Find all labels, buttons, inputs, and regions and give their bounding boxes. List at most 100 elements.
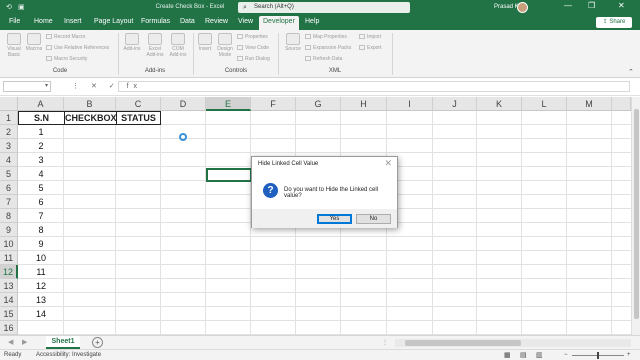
formula-input[interactable] — [118, 81, 630, 92]
record-macro-button[interactable]: Record Macro — [46, 34, 85, 40]
row-header-14[interactable]: 14 — [0, 293, 18, 307]
cell-a2[interactable]: 1 — [18, 125, 64, 139]
column-header-j[interactable]: J — [433, 97, 477, 111]
page-break-view-icon[interactable]: ▥ — [536, 351, 543, 359]
no-button[interactable]: No — [356, 214, 391, 224]
macro-security-button[interactable]: Macro Security — [46, 56, 87, 62]
collapse-ribbon-icon[interactable]: ⌃ — [628, 68, 634, 76]
tab-file[interactable]: File — [9, 18, 20, 25]
zoom-slider-knob[interactable] — [597, 352, 599, 359]
visual-basic-button[interactable]: Visual Basic — [4, 33, 24, 58]
excel-addins-button[interactable]: Excel Add-ins — [144, 33, 166, 58]
column-header-g[interactable]: G — [296, 97, 341, 111]
tab-help[interactable]: Help — [305, 18, 319, 25]
restore-button[interactable]: ❐ — [588, 1, 595, 10]
tab-formulas[interactable]: Formulas — [141, 18, 170, 25]
row-header-6[interactable]: 6 — [0, 181, 18, 195]
row-header-9[interactable]: 9 — [0, 223, 18, 237]
cell-c1[interactable]: STATUS — [116, 111, 161, 125]
com-addins-button[interactable]: COM Add-ins — [167, 33, 189, 58]
cell-a1[interactable]: S.N — [18, 111, 65, 125]
cell-a15[interactable]: 14 — [18, 307, 64, 321]
search-input[interactable]: ⌕ Search (Alt+Q) — [238, 2, 410, 13]
close-button[interactable]: ✕ — [618, 1, 625, 10]
sheet-nav-prev-icon[interactable]: ◀ — [8, 338, 13, 346]
row-header-11[interactable]: 11 — [0, 251, 18, 265]
row-header-3[interactable]: 3 — [0, 139, 18, 153]
cell-a10[interactable]: 9 — [18, 237, 64, 251]
select-all-corner[interactable] — [0, 97, 18, 111]
column-header-c[interactable]: C — [116, 97, 161, 111]
design-mode-button[interactable]: Design Mode — [215, 33, 235, 58]
yes-button[interactable]: Yes — [317, 214, 352, 224]
minimize-button[interactable]: — — [564, 1, 572, 10]
tab-home[interactable]: Home — [34, 18, 53, 25]
cell-a5[interactable]: 4 — [18, 167, 64, 181]
row-header-1[interactable]: 1 — [0, 111, 18, 125]
tab-view[interactable]: View — [238, 18, 253, 25]
column-header-l[interactable]: L — [522, 97, 567, 111]
relative-references-button[interactable]: Use Relative References — [46, 45, 109, 51]
row-header-7[interactable]: 7 — [0, 195, 18, 209]
horizontal-scrollbar[interactable] — [395, 339, 631, 347]
row-header-16[interactable]: 16 — [0, 321, 18, 335]
cell-a14[interactable]: 13 — [18, 293, 64, 307]
cell-b1[interactable]: CHECKBOX — [64, 111, 117, 125]
tab-review[interactable]: Review — [205, 18, 228, 25]
properties-button[interactable]: Properties — [237, 34, 268, 40]
cell-a7[interactable]: 6 — [18, 195, 64, 209]
column-header-i[interactable]: I — [387, 97, 433, 111]
cell-a3[interactable]: 2 — [18, 139, 64, 153]
horizontal-scroll-thumb[interactable] — [405, 340, 521, 346]
insert-control-button[interactable]: Insert — [196, 33, 214, 52]
xml-import-button[interactable]: Import — [359, 34, 381, 40]
column-header-b[interactable]: B — [64, 97, 116, 111]
tab-data[interactable]: Data — [180, 18, 195, 25]
column-header-f[interactable]: F — [251, 97, 296, 111]
macros-button[interactable]: Macros — [25, 33, 43, 52]
tab-developer[interactable]: Developer — [259, 16, 299, 30]
sheet-nav-next-icon[interactable]: ▶ — [22, 338, 27, 346]
vertical-scroll-thumb[interactable] — [634, 109, 639, 319]
expansion-packs-button[interactable]: Expansion Packs — [305, 45, 351, 51]
row-header-8[interactable]: 8 — [0, 209, 18, 223]
zoom-in-icon[interactable]: + — [627, 352, 631, 358]
row-header-4[interactable]: 4 — [0, 153, 18, 167]
column-header-e[interactable]: E — [206, 97, 251, 111]
avatar[interactable] — [517, 2, 528, 13]
cell-a12[interactable]: 11 — [18, 265, 64, 279]
row-header-2[interactable]: 2 — [0, 125, 18, 139]
row-header-12[interactable]: 12 — [0, 265, 18, 279]
run-dialog-button[interactable]: Run Dialog — [237, 56, 270, 62]
cell-a11[interactable]: 10 — [18, 251, 64, 265]
cell-a4[interactable]: 3 — [18, 153, 64, 167]
xml-export-button[interactable]: Export — [359, 45, 381, 51]
map-properties-button[interactable]: Map Properties — [305, 34, 347, 40]
zoom-out-icon[interactable]: − — [564, 352, 568, 358]
row-header-5[interactable]: 5 — [0, 167, 18, 181]
row-header-15[interactable]: 15 — [0, 307, 18, 321]
tab-insert[interactable]: Insert — [64, 18, 82, 25]
dialog-close-icon[interactable]: ✕ — [384, 158, 392, 169]
active-cell-e12[interactable] — [206, 168, 252, 182]
view-code-button[interactable]: View Code — [237, 45, 269, 51]
addins-button[interactable]: Add-ins — [122, 33, 142, 52]
column-header-m[interactable]: M — [567, 97, 612, 111]
name-box[interactable]: ▾ — [3, 81, 51, 92]
row-header-13[interactable]: 13 — [0, 279, 18, 293]
row-header-10[interactable]: 10 — [0, 237, 18, 251]
column-header-h[interactable]: H — [341, 97, 387, 111]
normal-view-icon[interactable]: ▦ — [504, 351, 511, 359]
cell-a6[interactable]: 5 — [18, 181, 64, 195]
refresh-data-button[interactable]: Refresh Data — [305, 56, 342, 62]
page-layout-view-icon[interactable]: ▤ — [520, 351, 527, 359]
column-header-partial[interactable] — [612, 97, 631, 111]
column-header-k[interactable]: K — [477, 97, 522, 111]
cell-a9[interactable]: 8 — [18, 223, 64, 237]
column-header-d[interactable]: D — [161, 97, 206, 111]
tab-split-handle-icon[interactable]: ⋮ — [382, 339, 388, 346]
share-button[interactable]: ⇪ Share — [596, 17, 632, 28]
column-header-a[interactable]: A — [18, 97, 64, 111]
add-sheet-button[interactable]: + — [92, 337, 103, 348]
cell-a13[interactable]: 12 — [18, 279, 64, 293]
